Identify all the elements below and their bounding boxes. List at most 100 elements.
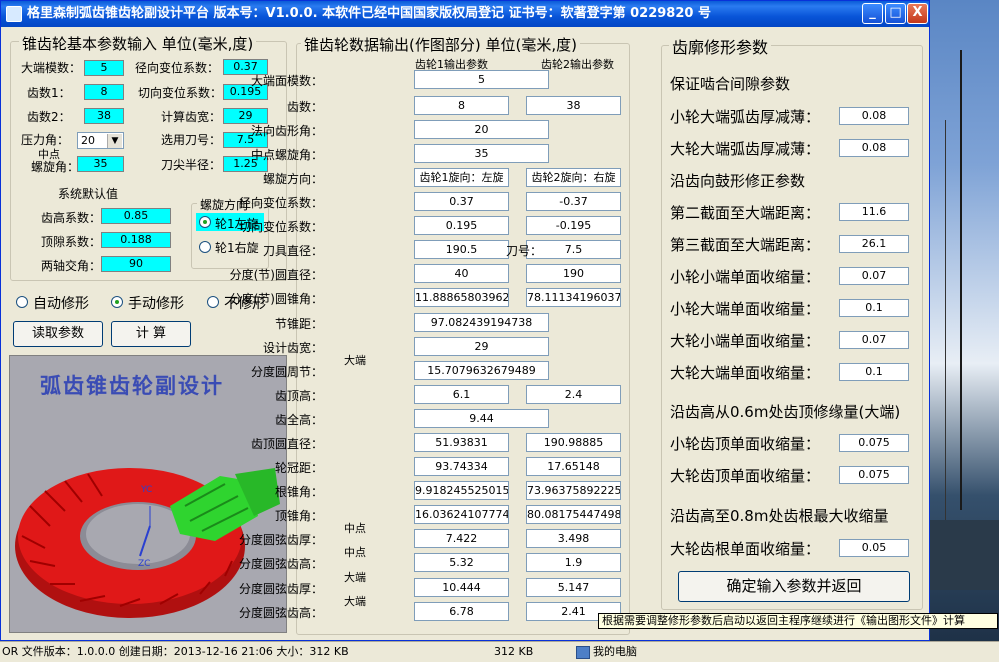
spiral-angle-label: 螺旋角： [31,160,80,174]
output-gear1-field[interactable]: 5.32 [414,553,509,572]
output-row-label: 法向齿形角： [250,124,323,138]
defaults-title: 系统默认值 [58,187,119,201]
output-gear2-field[interactable]: 3.498 [526,529,621,548]
confirm-return-button[interactable]: 确定输入参数并返回 [678,571,910,602]
output-gear1-field[interactable]: 11.888658039628 [414,288,509,307]
maximize-button[interactable]: □ [885,3,906,24]
output-row-label: 螺旋方向： [262,172,323,186]
output-row-label: 齿顶圆直径： [250,437,323,451]
output-row-label-top: 中点 [344,522,366,535]
small-small-end-input[interactable]: 0.07 [839,267,909,285]
app-icon [6,6,22,22]
small-thin-input[interactable]: 0.08 [839,107,909,125]
mode-auto-radio[interactable] [16,296,28,308]
sec2-dist-input[interactable]: 11.6 [839,203,909,221]
spiral-angle-input[interactable]: 35 [77,156,124,172]
output-gear2-field[interactable]: 2.4 [526,385,621,404]
output-gear2-field[interactable]: 1.9 [526,553,621,572]
large-large-end-label: 大轮大端单面收缩量： [670,364,821,382]
output-gear1-field[interactable]: 40 [414,264,509,283]
output-gear2-field[interactable]: 190.98885 [526,433,621,452]
output-value-field[interactable]: 5 [414,70,549,89]
helix-left-radio[interactable] [199,216,211,228]
large-tip-label: 大轮齿顶单面收缩量： [670,467,821,485]
close-button[interactable]: X [907,3,928,24]
module-input[interactable]: 5 [84,60,124,76]
title-bar[interactable]: 格里森制弧齿锥齿轮副设计平台 版本号：V1.0.0. 本软件已经中国国家版权局登… [1,1,929,27]
output-gear2-field[interactable]: 17.65148 [526,457,621,476]
large-large-end-input[interactable]: 0.1 [839,363,909,381]
helix-right-radio[interactable] [199,241,211,253]
output-gear2-field[interactable]: -0.195 [526,216,621,235]
output-row-label: 径向变位系数： [238,196,323,210]
small-tip-label: 小轮齿顶单面收缩量： [670,435,821,453]
output-value-field[interactable]: 9.44 [414,409,549,428]
output-value-field[interactable]: 15.7079632679489 [414,361,549,380]
window-title: 格里森制弧齿锥齿轮副设计平台 版本号：V1.0.0. 本软件已经中国国家版权局登… [27,6,711,21]
output-row-label: 齿数： [286,100,323,114]
output-row-label: 轮冠距： [274,461,323,475]
large-small-end-label: 大轮小端单面收缩量： [670,332,821,350]
sec3-dist-label: 第三截面至大端距离： [670,236,821,254]
mod-section-root-relief: 沿齿高至0.8m处齿根最大收缩量 [670,507,889,525]
output-row-label: 节锥距： [274,317,323,331]
output-gear1-field[interactable]: 190.5 [414,240,509,259]
output-gear2-field[interactable]: -0.37 [526,192,621,211]
output-gear1-field[interactable]: 0.37 [414,192,509,211]
large-root-input[interactable]: 0.05 [839,539,909,557]
small-large-end-input[interactable]: 0.1 [839,299,909,317]
tooltip: 根据需要调整修形参数后启动以返回主程序继续进行《输出图形文件》计算 [598,613,998,629]
output-value-field[interactable]: 97.082439194738 [414,313,549,332]
output-value-field[interactable]: 29 [414,337,549,356]
large-tip-input[interactable]: 0.075 [839,466,909,484]
desktop-ship-rigging [945,120,946,520]
pressure-angle-value: 20 [81,134,95,147]
z2-input[interactable]: 38 [84,108,124,124]
axis-yc-label: YC [140,485,152,495]
output-row-label: 分度圆弦齿高： [238,557,323,571]
output-row-label: 切向变位系数： [238,220,323,234]
output-gear1-field[interactable]: 0.195 [414,216,509,235]
chevron-down-icon[interactable]: ▼ [107,134,122,148]
z1-input[interactable]: 8 [84,84,124,100]
output-gear1-field[interactable]: 10.444 [414,578,509,597]
status-computer: 我的电脑 [593,645,637,658]
output-gear2-field[interactable]: 38 [526,96,621,115]
status-file-info: OR 文件版本：1.0.0.0 创建日期：2013-12-16 21:06 大小… [2,645,349,658]
small-tip-input[interactable]: 0.075 [839,434,909,452]
output-gear2-field[interactable]: 73.963758922255 [526,481,621,500]
output-value-field[interactable]: 20 [414,120,549,139]
mode-none-radio[interactable] [207,296,219,308]
output-gear1-field[interactable]: 93.74334 [414,457,509,476]
minimize-button[interactable]: _ [862,3,883,24]
output-gear1-field[interactable]: 51.93831 [414,433,509,452]
output-row-label-top: 大端 [344,595,366,608]
app-window: 格里森制弧齿锥齿轮副设计平台 版本号：V1.0.0. 本软件已经中国国家版权局登… [0,0,930,641]
output-gear1-field[interactable]: 9.9182455250156 [414,481,509,500]
output-gear2-field[interactable]: 78.111341960372 [526,288,621,307]
output-gear2-field[interactable]: 5.147 [526,578,621,597]
calculate-button[interactable]: 计 算 [111,321,191,347]
pressure-angle-select[interactable]: 20 ▼ [77,132,124,149]
output-gear1-field[interactable]: 16.036241077747 [414,505,509,524]
output-gear1-field[interactable]: 6.78 [414,602,509,621]
output-gear1-field[interactable]: 6.1 [414,385,509,404]
shaft-angle-label: 两轴交角： [41,259,102,273]
large-small-end-input[interactable]: 0.07 [839,331,909,349]
output-gear1-field[interactable]: 7.422 [414,529,509,548]
addendum-coef-label: 齿高系数： [41,211,102,225]
mode-manual-radio[interactable] [111,296,123,308]
sec2-dist-label: 第二截面至大端距离： [670,204,821,222]
output-gear1-field[interactable]: 齿轮1旋向：左旋 [414,168,509,187]
output-row-label: 分度圆弦齿厚： [238,533,323,547]
output-gear2-field[interactable]: 80.081754474984 [526,505,621,524]
output-value-field[interactable]: 35 [414,144,549,163]
output-gear2-field[interactable]: 190 [526,264,621,283]
sec3-dist-input[interactable]: 26.1 [839,235,909,253]
output-gear1-field[interactable]: 8 [414,96,509,115]
cutter-label: 选用刀号： [161,133,222,147]
large-thin-input[interactable]: 0.08 [839,139,909,157]
read-params-button[interactable]: 读取参数 [13,321,103,347]
output-gear2-field[interactable]: 齿轮2旋向：右旋 [526,168,621,187]
output-title: 锥齿轮数据输出(作图部分) 单位(毫米,度) [301,34,580,55]
